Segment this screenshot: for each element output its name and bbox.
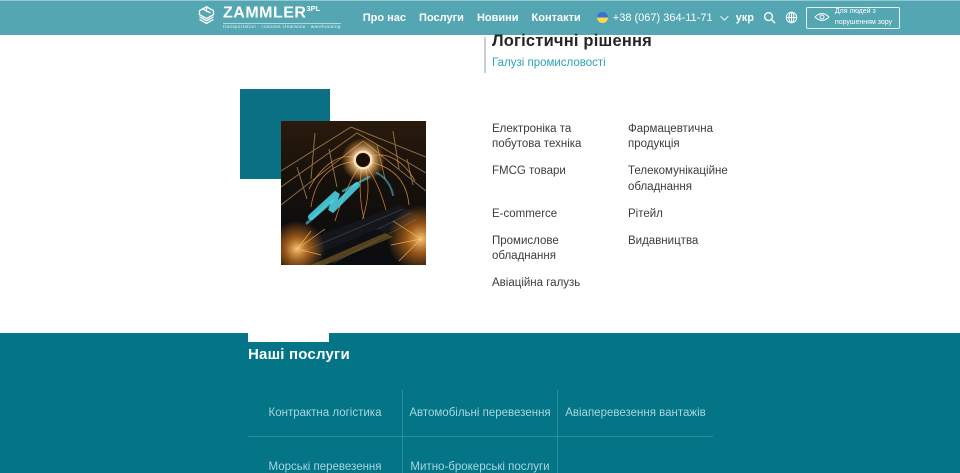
chevron-down-icon[interactable] [720, 12, 728, 20]
industry-link-retail[interactable]: Рітейл [628, 207, 746, 222]
zammler-industries-page: ZAMMLER3PL transportation · customs clea… [0, 0, 960, 473]
service-link-road-transport[interactable]: Автомобільні перевезення [403, 390, 558, 437]
industry-link-publishing[interactable]: Видавництва [628, 234, 746, 264]
globe-icon[interactable] [785, 11, 798, 24]
ukraine-flag-icon [597, 12, 608, 23]
heading-accent-line [484, 37, 486, 73]
page-title: Логістичні рішення [492, 32, 652, 51]
search-icon[interactable] [763, 11, 776, 24]
logo-tagline: transportation · customs clearance · war… [223, 23, 341, 30]
industry-link-pharma[interactable]: Фармацевтична продукція [628, 122, 746, 152]
eye-icon [814, 10, 830, 25]
industries-link[interactable]: Галузі промисловості [492, 57, 652, 69]
zammler-cube-icon [196, 5, 217, 31]
industries-list: Електроніка та побутова техніка Фармацев… [492, 122, 746, 291]
services-title: Наші послуги [248, 346, 350, 363]
service-link-customs-broker[interactable]: Митно-брокерські послуги [403, 437, 558, 473]
services-grid-empty-cell [558, 437, 713, 473]
nav-services[interactable]: Послуги [419, 12, 464, 24]
accessibility-button-label: Для людей з порушенням зору [835, 7, 892, 27]
nav-about[interactable]: Про нас [363, 12, 406, 24]
phone-group: +38 (067) 364-11-71 [597, 12, 726, 24]
services-grid: Контрактна логістика Автомобільні переве… [248, 390, 713, 473]
industry-link-aviation[interactable]: Авіаційна галузь [492, 276, 628, 291]
services-section: Наші послуги Контрактна логістика Автомо… [0, 333, 960, 473]
page-heading: Логістичні рішення Галузі промисловості [492, 32, 652, 69]
language-switcher[interactable]: укр [736, 12, 754, 24]
industry-link-industrial[interactable]: Промислове обладнання [492, 234, 628, 264]
service-link-contract-logistics[interactable]: Контрактна логістика [248, 390, 403, 437]
accessibility-button[interactable]: Для людей з порушенням зору [806, 7, 900, 29]
top-navbar: ZAMMLER3PL transportation · customs clea… [0, 0, 960, 35]
service-link-sea-transport[interactable]: Морські перевезення [248, 437, 403, 473]
logo-superscript: 3PL [306, 4, 320, 13]
nav-news[interactable]: Новини [477, 12, 519, 24]
main-nav: Про нас Послуги Новини Контакти [363, 12, 581, 24]
service-link-air-freight[interactable]: Авіаперевезення вантажів [558, 390, 713, 437]
section-notch [248, 333, 329, 342]
logo[interactable]: ZAMMLER3PL transportation · customs clea… [196, 5, 341, 31]
industry-link-ecommerce[interactable]: E-commerce [492, 207, 628, 222]
industry-link-telecom[interactable]: Телекомунікаційне обладнання [628, 164, 746, 194]
warehouse-lightpainting-photo [281, 121, 426, 265]
industry-link-electronics[interactable]: Електроніка та побутова техніка [492, 122, 628, 152]
phone-link[interactable]: +38 (067) 364-11-71 [613, 12, 713, 24]
logo-wordmark: ZAMMLER [223, 4, 306, 21]
logo-text: ZAMMLER3PL transportation · customs clea… [223, 5, 341, 30]
nav-contacts[interactable]: Контакти [532, 12, 581, 24]
industry-link-fmcg[interactable]: FMCG товари [492, 164, 628, 194]
